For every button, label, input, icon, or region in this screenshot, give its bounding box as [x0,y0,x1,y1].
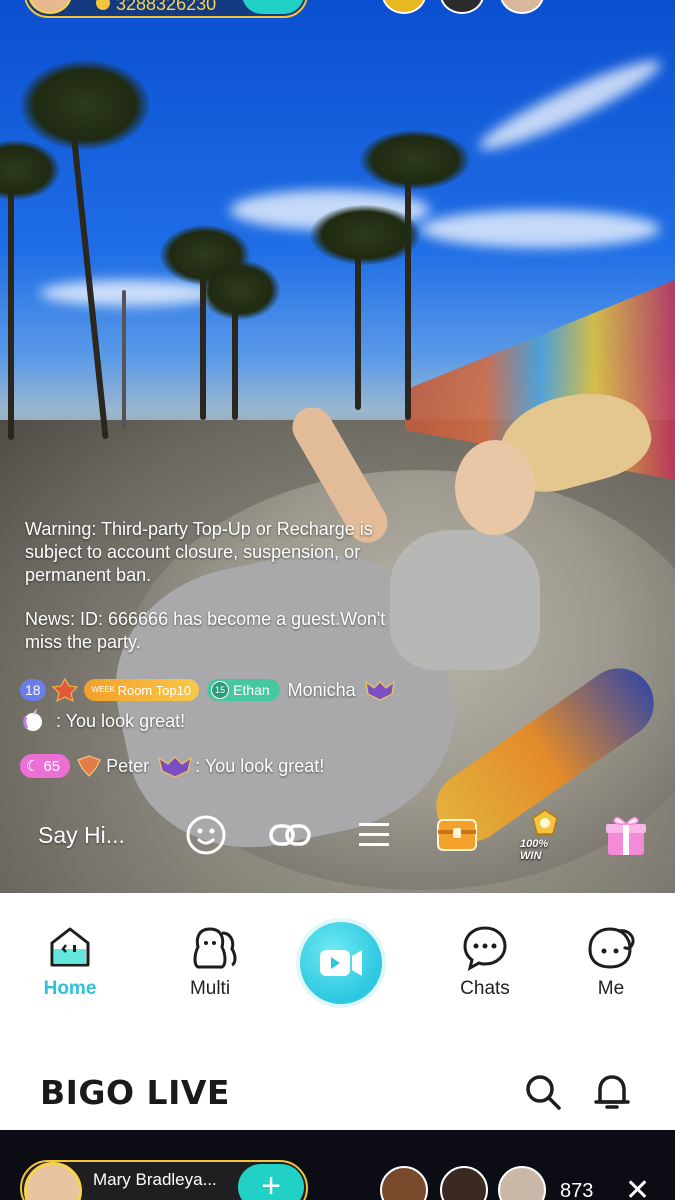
palm-crown [200,260,280,320]
app-root: 3288326230 Warning: Third-party Top-Up o… [0,0,675,1200]
chat-message-row[interactable]: 18 WEEK Room Top10 15 Ethan Monicha [20,677,398,703]
chat-username[interactable]: Monicha [288,680,356,701]
news-message: News: ID: 666666 has become a guest.Won'… [25,609,386,652]
user-level-badge: 18 [20,679,46,701]
room-top10-badge: WEEK Room Top10 [83,679,200,701]
moon-icon: ☾ [26,758,40,775]
wolf-emblem-icon [364,680,395,701]
chat-message-text: : You look great! [195,755,325,776]
tab-chats-label[interactable]: Chats [435,978,535,1000]
fan-club-name: Ethan [233,682,270,698]
sky-cloud [473,49,667,161]
warning-message: Warning: Third-party Top-Up or Recharge … [25,519,373,585]
skater-head [455,440,535,535]
go-live-icon [320,950,362,976]
unicorn-icon [23,708,42,731]
chat-username[interactable]: Peter [106,756,149,777]
tab-me[interactable] [561,925,661,976]
wolf-emblem-icon [158,756,193,778]
eagle-badge-icon [77,755,101,777]
week-label: WEEK [91,685,116,694]
chat-message-text: : You look great! [56,710,186,731]
bell-icon[interactable] [592,1072,632,1112]
search-icon[interactable] [523,1072,563,1112]
room-top10-label: Room Top10 [117,682,192,698]
fan-club-badge: 15 Ethan [207,679,280,701]
tab-multi-label[interactable]: Multi [160,978,260,1000]
skater-torso [390,530,540,670]
link-icon[interactable] [268,813,312,857]
preview-host-name: Mary Bradleya... [93,1170,217,1189]
host-info-pill[interactable]: 3288326230 [24,0,308,18]
multi-icon [193,927,237,969]
say-hi-input[interactable]: Say Hi... [38,822,125,849]
palm-crown [20,60,150,150]
tab-home-label[interactable]: Home [20,978,120,1000]
host-avatar[interactable] [28,0,72,14]
follow-button[interactable] [242,0,304,14]
user-level-badge: ☾ 65 [20,754,71,778]
palm-crown [360,130,470,190]
fan-level: 15 [211,681,230,699]
coin-icon [96,0,110,10]
tab-me-label[interactable]: Me [561,978,661,1000]
host-coins: 3288326230 [116,0,217,14]
chat-bubble-icon [463,926,507,971]
profile-icon [588,927,635,969]
promo-icon[interactable]: 100% WIN [520,808,570,862]
home-icon [50,927,90,967]
viewer-count: 873 [560,1180,594,1200]
close-icon[interactable]: ✕ [625,1176,650,1200]
promo-label: 100% WIN [520,838,549,862]
palm-trunk [355,240,361,410]
palm-trunk [405,170,411,420]
treasure-chest-icon[interactable] [435,813,479,857]
preview-follow-button[interactable]: + [238,1164,304,1200]
gift-icon[interactable] [604,813,648,857]
user-level-value: 65 [43,757,61,775]
menu-icon[interactable] [352,813,396,857]
tab-multi[interactable] [163,925,263,976]
go-live-button[interactable] [300,922,382,1004]
palm-crown [310,205,420,265]
chat-message-row[interactable]: ☾ 65 Peter : You look great! [20,753,324,779]
tab-chats[interactable] [435,925,535,976]
palm-trunk [8,180,14,440]
chat-message-row[interactable]: : You look great! [20,708,185,734]
rank-medal-icon [51,678,78,702]
emoji-icon[interactable] [184,813,228,857]
palm-crown [0,140,60,200]
tab-home[interactable] [20,925,120,974]
sky-cloud [420,210,660,248]
brand-logo: BIGO LIVE [40,1073,230,1112]
street-lamp [122,290,126,430]
